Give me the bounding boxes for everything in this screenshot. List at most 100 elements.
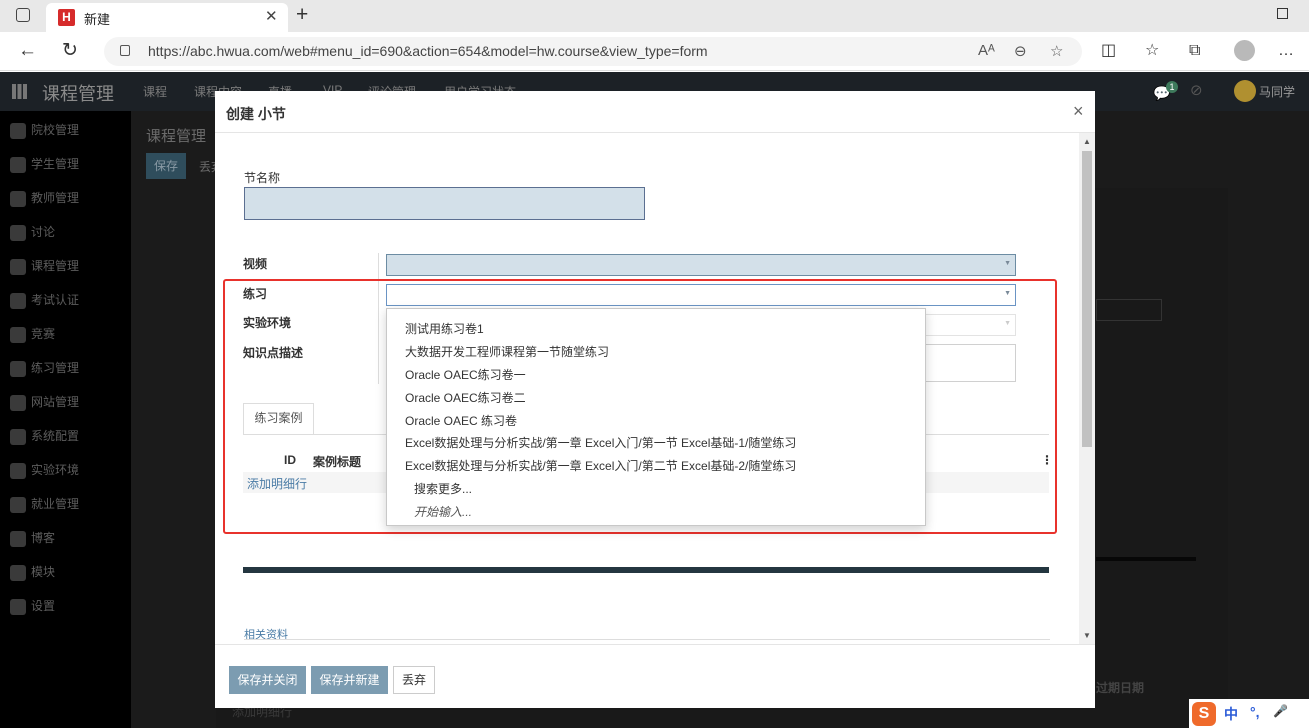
school-icon	[10, 122, 26, 139]
save-close-button[interactable]: 保存并关闭	[229, 666, 306, 694]
dialog-scrollbar[interactable]: ▲ ▼	[1079, 133, 1095, 644]
sidebar-item-label: 练习管理	[31, 361, 80, 375]
sidebar-item-label: 考试认证	[31, 293, 80, 307]
dropdown-option[interactable]: Oracle OAEC练习卷一	[405, 366, 526, 383]
dropdown-option[interactable]: 测试用练习卷1	[405, 320, 484, 337]
search-more-option[interactable]: 搜索更多...	[414, 480, 472, 497]
page-title: 课程管理	[146, 128, 207, 145]
sidebar-item-settings[interactable]: 设置	[10, 597, 55, 615]
section-name-label: 节名称	[244, 171, 281, 185]
sidebar-item-exercises[interactable]: 练习管理	[10, 359, 79, 377]
bg-date-label: 过期日期	[1096, 681, 1145, 695]
gear-icon	[10, 598, 26, 615]
tab-actions-icon[interactable]	[16, 8, 30, 22]
sidebar-item-label: 院校管理	[31, 123, 80, 137]
module-icon	[10, 564, 26, 581]
sidebar-item-schools[interactable]: 院校管理	[10, 121, 79, 139]
bg-save-button: 保存	[146, 153, 186, 179]
avatar[interactable]	[1234, 80, 1256, 102]
user-name[interactable]: 马同学	[1259, 83, 1295, 100]
student-icon	[10, 156, 26, 173]
dropdown-option[interactable]: Excel数据处理与分析实战/第一章 Excel入门/第一节 Excel基础-1…	[405, 434, 796, 451]
cloud-icon	[10, 326, 26, 343]
scroll-up-icon[interactable]: ▲	[1083, 137, 1091, 146]
refresh-icon[interactable]: ↻	[62, 40, 78, 62]
sidebar-item-lab[interactable]: 实验环境	[10, 461, 79, 479]
tab-close-icon[interactable]: ✕	[265, 7, 278, 25]
url-field[interactable]: https://abc.hwua.com/web#menu_id=690&act…	[104, 37, 1082, 66]
new-tab-icon[interactable]: +	[296, 3, 308, 27]
browser-tab[interactable]: H 新建 ✕	[46, 3, 288, 32]
section-name-input[interactable]	[244, 187, 645, 220]
sidebar-item-label: 模块	[31, 565, 56, 579]
sidebar-item-contest[interactable]: 竞赛	[10, 325, 55, 343]
job-icon	[10, 496, 26, 513]
favorite-add-icon[interactable]: ☆	[1050, 42, 1063, 60]
activity-icon[interactable]: ⊘	[1190, 80, 1203, 102]
lock-icon[interactable]	[120, 45, 130, 56]
sidebar-item-label: 教师管理	[31, 191, 80, 205]
menu-item-course[interactable]: 课程	[143, 83, 167, 100]
sidebar-item-settings-system[interactable]: 系统配置	[10, 427, 79, 445]
dropdown-option[interactable]: 大数据开发工程师课程第一节随堂练习	[405, 343, 609, 360]
sidebar-item-exams[interactable]: 考试认证	[10, 291, 79, 309]
dropdown-option[interactable]: Oracle OAEC 练习卷	[405, 412, 517, 429]
read-aloud-icon[interactable]: Aᴬ	[978, 42, 995, 59]
save-new-button[interactable]: 保存并新建	[311, 666, 388, 694]
sidebar-item-label: 学生管理	[31, 157, 80, 171]
blog-icon	[10, 530, 26, 547]
teacher-icon	[10, 190, 26, 207]
scroll-thumb[interactable]	[1082, 151, 1092, 447]
back-icon[interactable]: ←	[18, 40, 37, 62]
sidebar-item-label: 竞赛	[31, 327, 56, 341]
favorites-icon[interactable]: ☆	[1145, 40, 1159, 62]
scroll-down-icon[interactable]: ▼	[1083, 631, 1091, 640]
sidebar-item-label: 讨论	[31, 225, 56, 239]
discard-button[interactable]: 丢弃	[393, 666, 435, 694]
sidebar-item-modules[interactable]: 模块	[10, 563, 55, 581]
apps-grid-icon[interactable]	[12, 84, 27, 99]
restore-window-icon[interactable]	[1277, 8, 1288, 19]
ime-language-toggle[interactable]: 中	[1224, 704, 1238, 724]
sidebar-item-label: 就业管理	[31, 497, 80, 511]
website-icon	[10, 394, 26, 411]
zoom-icon[interactable]: ⊖	[1014, 42, 1027, 60]
section-divider	[243, 567, 1049, 573]
sidebar-item-website[interactable]: 网站管理	[10, 393, 79, 411]
close-icon[interactable]: ×	[1073, 101, 1084, 122]
discussion-icon	[10, 224, 26, 241]
dialog-header: 创建 小节 ×	[215, 91, 1095, 133]
bg-divider	[1096, 557, 1196, 561]
dropdown-option[interactable]: Oracle OAEC练习卷二	[405, 389, 526, 406]
sidebar-item-label: 博客	[31, 531, 56, 545]
sidebar-item-label: 实验环境	[31, 463, 80, 477]
microphone-icon[interactable]: 🎤	[1273, 704, 1288, 718]
bg-input	[1096, 299, 1162, 321]
collections-icon[interactable]: ⧉	[1189, 40, 1200, 62]
exercise-icon	[10, 360, 26, 377]
sidebar-item-label: 系统配置	[31, 429, 80, 443]
sidebar-item-courses[interactable]: 课程管理	[10, 257, 79, 275]
chevron-down-icon: ▼	[1004, 260, 1011, 267]
wrench-icon	[10, 428, 26, 445]
course-icon	[10, 258, 26, 275]
sidebar-item-discussion[interactable]: 讨论	[10, 223, 55, 241]
sidebar-item-students[interactable]: 学生管理	[10, 155, 79, 173]
profile-icon[interactable]	[1234, 40, 1255, 61]
trophy-icon	[10, 292, 26, 309]
ime-punctuation-toggle[interactable]: °,	[1250, 704, 1260, 720]
dialog-title: 创建 小节	[226, 106, 286, 122]
video-label: 视频	[243, 257, 268, 271]
sidebar-item-teachers[interactable]: 教师管理	[10, 189, 79, 207]
sidebar: 院校管理 学生管理 教师管理 讨论 课程管理 考试认证 竞赛 练习管理 网站管理…	[0, 111, 131, 728]
ime-logo-icon[interactable]: S	[1192, 702, 1216, 726]
related-underline	[244, 639, 1050, 640]
dropdown-option[interactable]: Excel数据处理与分析实战/第一章 Excel入门/第二节 Excel基础-2…	[405, 457, 796, 474]
address-bar: ← ↻ https://abc.hwua.com/web#menu_id=690…	[0, 32, 1309, 71]
sidebar-item-blog[interactable]: 博客	[10, 529, 55, 547]
sidebar-item-jobs[interactable]: 就业管理	[10, 495, 79, 513]
video-select[interactable]: ▼	[386, 254, 1016, 276]
start-typing-hint: 开始输入...	[414, 505, 473, 519]
more-icon[interactable]: …	[1278, 40, 1294, 62]
split-screen-icon[interactable]: ◫	[1101, 40, 1116, 62]
